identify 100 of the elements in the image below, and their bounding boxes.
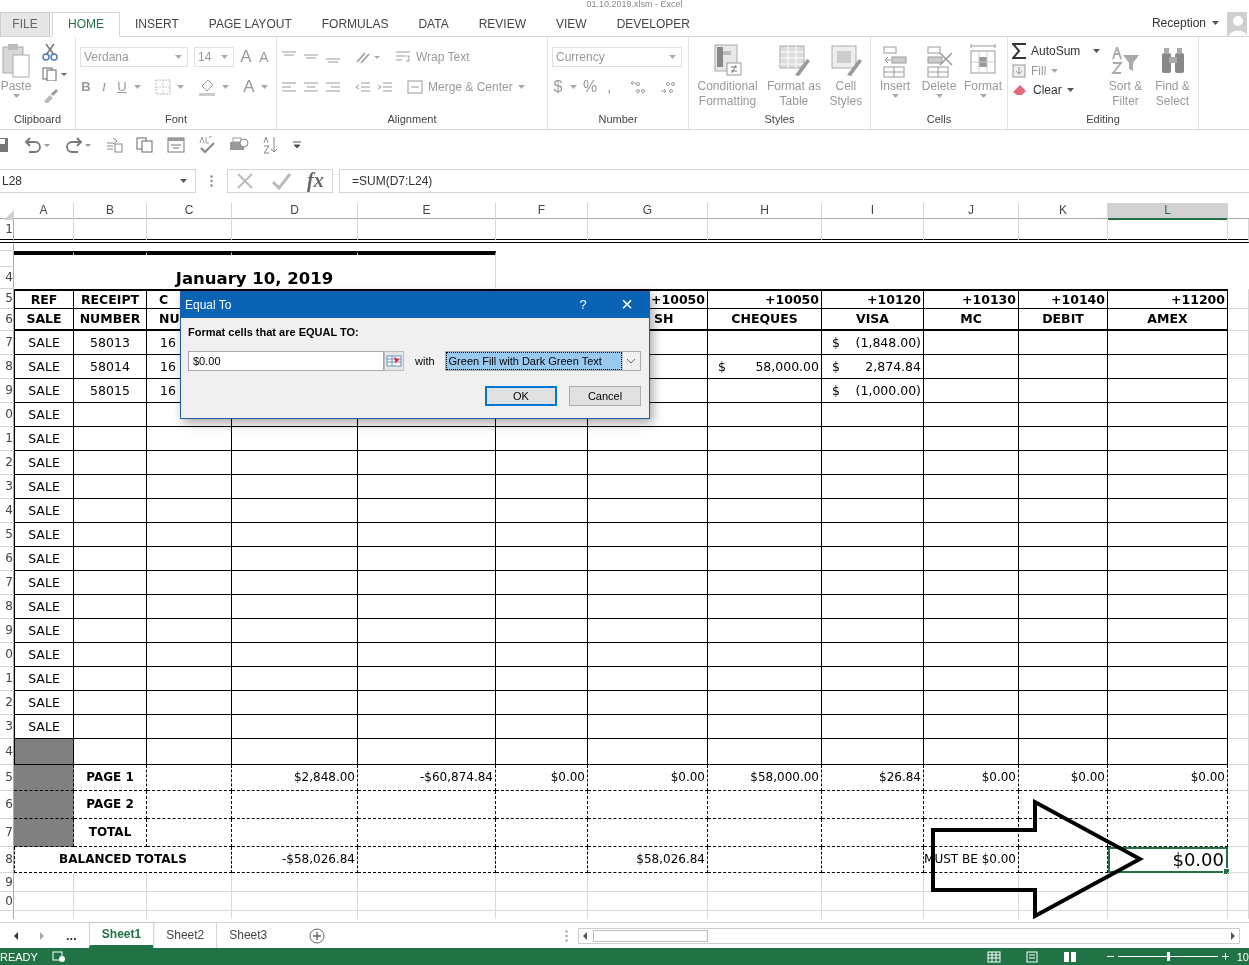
ribbon-tab[interactable]: INSERT <box>120 11 194 36</box>
normal-view-icon[interactable] <box>986 950 1001 963</box>
row-header[interactable]: 8 <box>0 846 14 873</box>
value-field[interactable]: $0.00 <box>188 350 384 371</box>
decrease-decimal-icon[interactable] <box>659 79 676 94</box>
ribbon-tab[interactable]: DEVELOPER <box>601 11 705 36</box>
zoom-level[interactable]: 10 <box>1236 950 1249 963</box>
paint-bucket-icon[interactable] <box>198 77 216 96</box>
macro-record-icon[interactable] <box>51 950 66 963</box>
dropdown-button[interactable] <box>621 351 640 370</box>
cancel-icon[interactable] <box>236 171 255 190</box>
select-all-icon[interactable] <box>4 209 14 220</box>
sheet-tab[interactable]: Sheet1 <box>88 922 154 948</box>
column-header[interactable]: I <box>822 202 924 220</box>
row-header[interactable]: 6 <box>0 546 14 571</box>
horizontal-scrollbar[interactable] <box>578 927 1241 944</box>
column-header[interactable]: H <box>708 202 822 220</box>
column-header[interactable]: C <box>147 202 232 220</box>
column-header[interactable]: A <box>14 202 74 220</box>
account-button[interactable]: Reception <box>1151 15 1206 30</box>
name-box[interactable]: L28 <box>0 168 196 193</box>
row-header[interactable]: 4 <box>0 266 14 289</box>
scroll-thumb[interactable] <box>593 929 709 942</box>
zoom-out-icon[interactable] <box>1106 955 1114 959</box>
cancel-button[interactable]: Cancel <box>569 385 641 406</box>
more-icon[interactable] <box>210 174 213 187</box>
brush-icon[interactable] <box>42 86 58 103</box>
formula-field[interactable]: =SUM(D7:L24) <box>339 168 1249 193</box>
ribbon-tab[interactable]: FILE <box>0 11 50 36</box>
insert-function-button[interactable]: fx <box>307 169 324 193</box>
previous-sheet-icon[interactable] <box>12 930 20 941</box>
row-header[interactable]: 3 <box>0 474 14 499</box>
export-icon[interactable] <box>105 137 123 154</box>
ribbon-tab[interactable]: PAGE LAYOUT <box>193 11 307 36</box>
row-header[interactable]: 5 <box>0 522 14 547</box>
row-header[interactable]: 0 <box>0 891 14 911</box>
more-sheets-button[interactable]: ... <box>66 928 77 944</box>
customize-caret-icon[interactable] <box>293 141 301 150</box>
table-cell <box>1228 714 1249 739</box>
row-header[interactable]: 6 <box>0 308 14 331</box>
scissors-icon[interactable] <box>42 42 58 61</box>
row-header[interactable]: 7 <box>0 330 14 355</box>
table-cell <box>1228 666 1249 691</box>
splitter-icon[interactable] <box>565 929 569 942</box>
row-header[interactable]: 2 <box>0 690 14 715</box>
ok-button[interactable]: OK <box>485 385 557 406</box>
ribbon-tab[interactable]: REVIEW <box>463 11 541 36</box>
table-cell: $58,026.84 <box>588 846 708 873</box>
column-header[interactable]: J <box>924 202 1019 220</box>
row-header[interactable]: 9 <box>0 378 14 403</box>
copy-icon[interactable] <box>136 137 154 154</box>
row-header[interactable]: 8 <box>0 354 14 379</box>
row-header[interactable]: 7 <box>0 570 14 595</box>
add-sheet-icon[interactable] <box>309 927 326 944</box>
next-sheet-icon[interactable] <box>38 930 46 941</box>
autosum-button[interactable]: AutoSum <box>1012 42 1101 59</box>
column-header[interactable]: F <box>496 202 588 220</box>
redo-icon[interactable] <box>64 137 92 154</box>
sort-icon[interactable] <box>262 136 280 155</box>
column-header[interactable]: E <box>358 202 496 220</box>
spelling-check-icon[interactable] <box>198 136 216 155</box>
increase-decimal-icon[interactable] <box>629 79 646 94</box>
ribbon-tab[interactable]: FORMULAS <box>306 11 404 36</box>
row-header[interactable]: 4 <box>0 498 14 523</box>
row-header[interactable]: 1 <box>0 426 14 451</box>
page-break-view-icon[interactable] <box>1062 950 1077 963</box>
row-header[interactable]: 0 <box>0 642 14 667</box>
page-layout-view-icon[interactable] <box>1024 950 1039 963</box>
column-header[interactable]: D <box>232 202 358 220</box>
form-icon[interactable] <box>167 137 185 154</box>
format-dropdown[interactable]: Green Fill with Dark Green Text <box>445 351 622 370</box>
column-header[interactable]: L <box>1108 202 1228 220</box>
row-header[interactable]: 3 <box>0 714 14 739</box>
sheet-tab[interactable]: Sheet3 <box>216 922 280 948</box>
copy-icon[interactable] <box>42 66 68 81</box>
row-header[interactable]: 1 <box>0 666 14 691</box>
row-header[interactable]: 0 <box>0 402 14 427</box>
save-icon[interactable] <box>0 137 10 154</box>
range-picker-icon[interactable] <box>384 350 404 371</box>
undo-icon[interactable] <box>23 137 51 154</box>
ribbon-tab[interactable]: HOME <box>52 11 120 37</box>
fill-handle[interactable] <box>1223 867 1230 875</box>
row-header[interactable]: 9 <box>0 872 14 892</box>
column-header[interactable]: G <box>588 202 708 220</box>
row-header[interactable]: 5 <box>0 288 14 309</box>
table-cell <box>1228 474 1249 499</box>
row-header[interactable]: 1 <box>0 218 14 243</box>
sheet-tab[interactable]: Sheet2 <box>153 922 217 948</box>
check-icon[interactable] <box>270 171 291 190</box>
row-header[interactable]: 8 <box>0 594 14 619</box>
row-header[interactable] <box>0 242 14 251</box>
row-header[interactable]: 9 <box>0 618 14 643</box>
ribbon-tab[interactable]: VIEW <box>541 11 602 36</box>
ribbon-tab[interactable]: DATA <box>403 11 464 36</box>
slider-thumb[interactable] <box>1166 952 1170 962</box>
clear-button[interactable]: Clear <box>1012 82 1074 97</box>
zoom-in-icon[interactable] <box>1221 953 1229 961</box>
table-cell: $0.00 <box>1019 764 1108 791</box>
row-header[interactable]: 2 <box>0 450 14 475</box>
column-header[interactable]: B <box>74 202 147 220</box>
